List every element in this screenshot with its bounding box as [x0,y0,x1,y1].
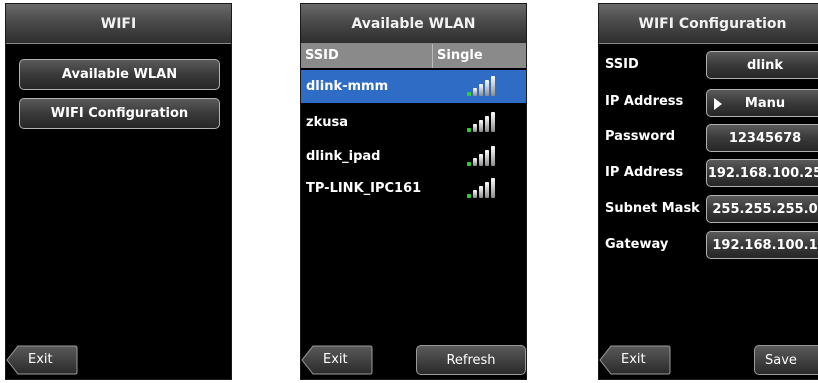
field-label-ip-mode: IP Address [605,94,684,109]
available-wlan-button[interactable]: Available WLAN [19,59,220,90]
exit-label: Exit [323,352,348,367]
wifi-configuration-button[interactable]: WIFI Configuration [19,98,220,129]
field-label-subnet-mask: Subnet Mask [605,201,700,216]
exit-label: Exit [621,352,646,367]
wlan-row[interactable]: TP-LINK_IPC161 [301,172,526,205]
exit-button[interactable]: Exit [6,345,78,375]
gateway-field[interactable]: 192.168.100.1 [706,231,818,259]
wlan-ssid: dlink-mmm [306,79,389,94]
wlan-row[interactable]: dlink-mmm [301,70,526,103]
field-label-ssid: SSID [605,57,639,72]
wifi-title: WIFI [6,4,231,44]
field-label-ip-address: IP Address [605,165,684,180]
signal-strength-icon [467,112,499,132]
column-header-ssid: SSID [301,44,433,68]
ip-address-field[interactable]: 192.168.100.25 [706,159,818,187]
signal-strength-icon [467,178,499,198]
ip-mode-value: Manu [744,95,786,111]
save-button[interactable]: Save [754,345,818,375]
save-label: Save [765,352,797,368]
wifi-screen: WIFI Available WLAN WIFI Configuration E… [5,3,232,380]
available-wlan-title: Available WLAN [301,4,526,44]
subnet-mask-field[interactable]: 255.255.255.0 [706,195,818,223]
signal-strength-icon [467,146,499,166]
field-label-password: Password [605,129,676,144]
ssid-field[interactable]: dlink [706,51,818,79]
wifi-configuration-title: WIFI Configuration [599,4,818,44]
available-wlan-screen: Available WLAN SSID Single dlink-mmm zku… [300,3,527,380]
refresh-button[interactable]: Refresh [416,345,526,375]
wlan-ssid: dlink_ipad [306,149,381,164]
exit-button[interactable]: Exit [599,345,671,375]
signal-strength-icon [467,76,499,96]
column-header-single: Single [433,44,526,68]
wlan-ssid: TP-LINK_IPC161 [306,181,422,196]
wlan-row[interactable]: zkusa [301,106,526,139]
wlan-row[interactable]: dlink_ipad [301,140,526,173]
exit-button[interactable]: Exit [301,345,373,375]
wlan-ssid: zkusa [306,115,348,130]
password-field[interactable]: 12345678 [706,124,818,152]
ip-mode-selector[interactable]: Manu [706,89,818,117]
play-arrow-icon [714,98,722,110]
wifi-configuration-screen: WIFI Configuration SSID dlink IP Address… [598,3,818,380]
exit-label: Exit [28,352,53,367]
field-label-gateway: Gateway [605,237,669,252]
